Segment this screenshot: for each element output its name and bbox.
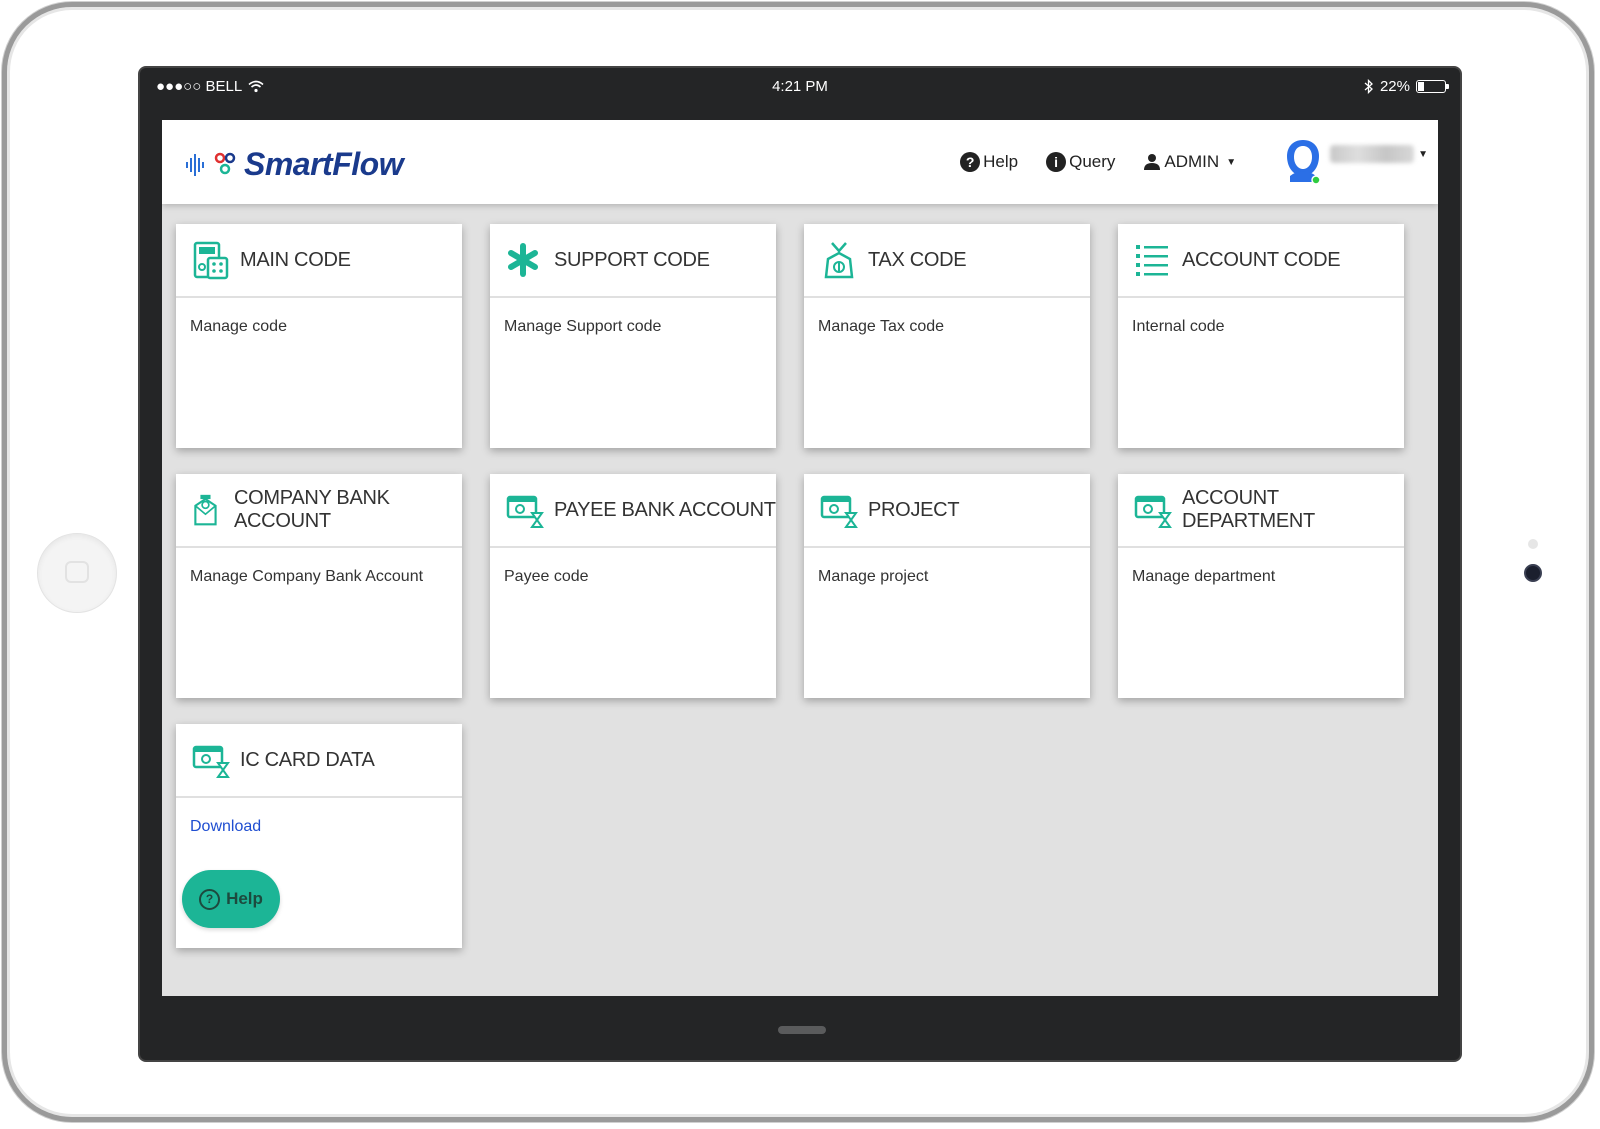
logo-rings-icon (214, 152, 236, 174)
home-square-icon (65, 561, 89, 583)
download-link[interactable]: Download (176, 798, 462, 856)
info-icon: i (1046, 152, 1067, 172)
card-header: IC CARD DATA (176, 724, 462, 798)
asterisk-icon (508, 243, 538, 277)
camera-icon (1524, 564, 1542, 582)
logo-text: SmartFlow (244, 146, 404, 182)
card-description: Payee code (504, 568, 589, 585)
status-bar: ●●●○○ BELL 4:21 PM 22% (140, 68, 1460, 108)
question-circle-icon: ? (199, 888, 221, 910)
card-account-code[interactable]: ACCOUNT CODE Internal code (1118, 224, 1404, 448)
query-link[interactable]: i Query (1046, 152, 1115, 172)
card-title: COMPANY BANK ACCOUNT (234, 487, 390, 532)
user-icon (1144, 154, 1161, 170)
profile-menu[interactable]: ▼ (1284, 136, 1428, 188)
card-support-code[interactable]: SUPPORT CODE Manage Support code (490, 224, 776, 448)
help-link-label: Help (983, 152, 1019, 171)
calculator-icon (193, 241, 229, 280)
app-header: SmartFlow ? Help i Query ADMIN ▼ ▼ (162, 120, 1438, 204)
cash-hourglass-icon (506, 495, 544, 528)
card-header: PAYEE BANK ACCOUNT (490, 474, 776, 548)
app-viewport: SmartFlow ? Help i Query ADMIN ▼ ▼ MAIN … (162, 120, 1438, 996)
help-floating-button[interactable]: ? Help (182, 870, 280, 928)
card-header: MAIN CODE (176, 224, 462, 298)
admin-label: ADMIN (1164, 152, 1220, 171)
help-button-label: Help (226, 889, 263, 908)
list-icon (1136, 245, 1168, 276)
tablet-screen: ●●●○○ BELL 4:21 PM 22% SmartFlow ? Help … (140, 68, 1460, 1060)
avatar (1287, 140, 1321, 185)
card-account-department[interactable]: ACCOUNT DEPARTMENT Manage department (1118, 474, 1404, 698)
card-header: COMPANY BANK ACCOUNT (176, 474, 462, 548)
help-link[interactable]: ? Help (960, 152, 1018, 172)
header-nav: ? Help i Query ADMIN ▼ ▼ (960, 120, 1438, 204)
user-name-blurred (1330, 145, 1415, 163)
home-indicator (778, 1026, 826, 1034)
home-button[interactable] (37, 533, 117, 613)
audio-wave-icon (186, 153, 204, 176)
cash-hourglass-icon (192, 745, 230, 778)
card-title: TAX CODE (868, 248, 967, 271)
cash-hourglass-icon (1134, 495, 1172, 528)
card-company-bank-account[interactable]: COMPANY BANK ACCOUNT Manage Company Bank… (176, 474, 462, 698)
card-header: ACCOUNT CODE (1118, 224, 1404, 298)
card-payee-bank-account[interactable]: PAYEE BANK ACCOUNT Payee code (490, 474, 776, 698)
card-title: ACCOUNT CODE (1182, 248, 1341, 271)
card-title: SUPPORT CODE (554, 248, 710, 271)
card-title: ACCOUNT DEPARTMENT (1182, 487, 1315, 532)
chevron-down-icon: ▼ (1226, 156, 1237, 168)
bluetooth-icon (1364, 79, 1373, 94)
card-description: Manage Company Bank Account (190, 568, 424, 585)
profile-chevron-down-icon: ▼ (1418, 148, 1428, 160)
battery-percent: 22% (1379, 78, 1410, 95)
card-title: IC CARD DATA (240, 748, 375, 771)
card-header: PROJECT (804, 474, 1090, 548)
card-title: PAYEE BANK ACCOUNT (554, 498, 776, 521)
light-sensor (1528, 539, 1538, 549)
logo[interactable]: SmartFlow (184, 146, 404, 183)
query-link-label: Query (1069, 152, 1116, 171)
card-description: Manage code (190, 318, 287, 335)
card-title: PROJECT (868, 498, 960, 521)
card-title: MAIN CODE (240, 248, 351, 271)
clock: 4:21 PM (772, 78, 828, 95)
card-description: Internal code (1132, 318, 1225, 335)
card-description: Manage Tax code (818, 318, 945, 335)
cash-hourglass-icon (820, 495, 858, 528)
card-description: Manage department (1132, 568, 1276, 585)
card-description: Manage project (818, 568, 929, 585)
bank-envelope-icon (194, 494, 217, 526)
card-main-code[interactable]: MAIN CODE Manage code (176, 224, 462, 448)
admin-dropdown[interactable]: ADMIN ▼ (1143, 152, 1236, 172)
card-header: SUPPORT CODE (490, 224, 776, 298)
card-tax-code[interactable]: TAX CODE Manage Tax code (804, 224, 1090, 448)
card-header: ACCOUNT DEPARTMENT (1118, 474, 1404, 548)
card-header: TAX CODE (804, 224, 1090, 298)
battery-icon (1416, 80, 1449, 93)
question-icon: ? (960, 152, 981, 172)
money-bag-icon (824, 242, 854, 279)
card-description: Manage Support code (504, 318, 662, 335)
card-project[interactable]: PROJECT Manage project (804, 474, 1090, 698)
